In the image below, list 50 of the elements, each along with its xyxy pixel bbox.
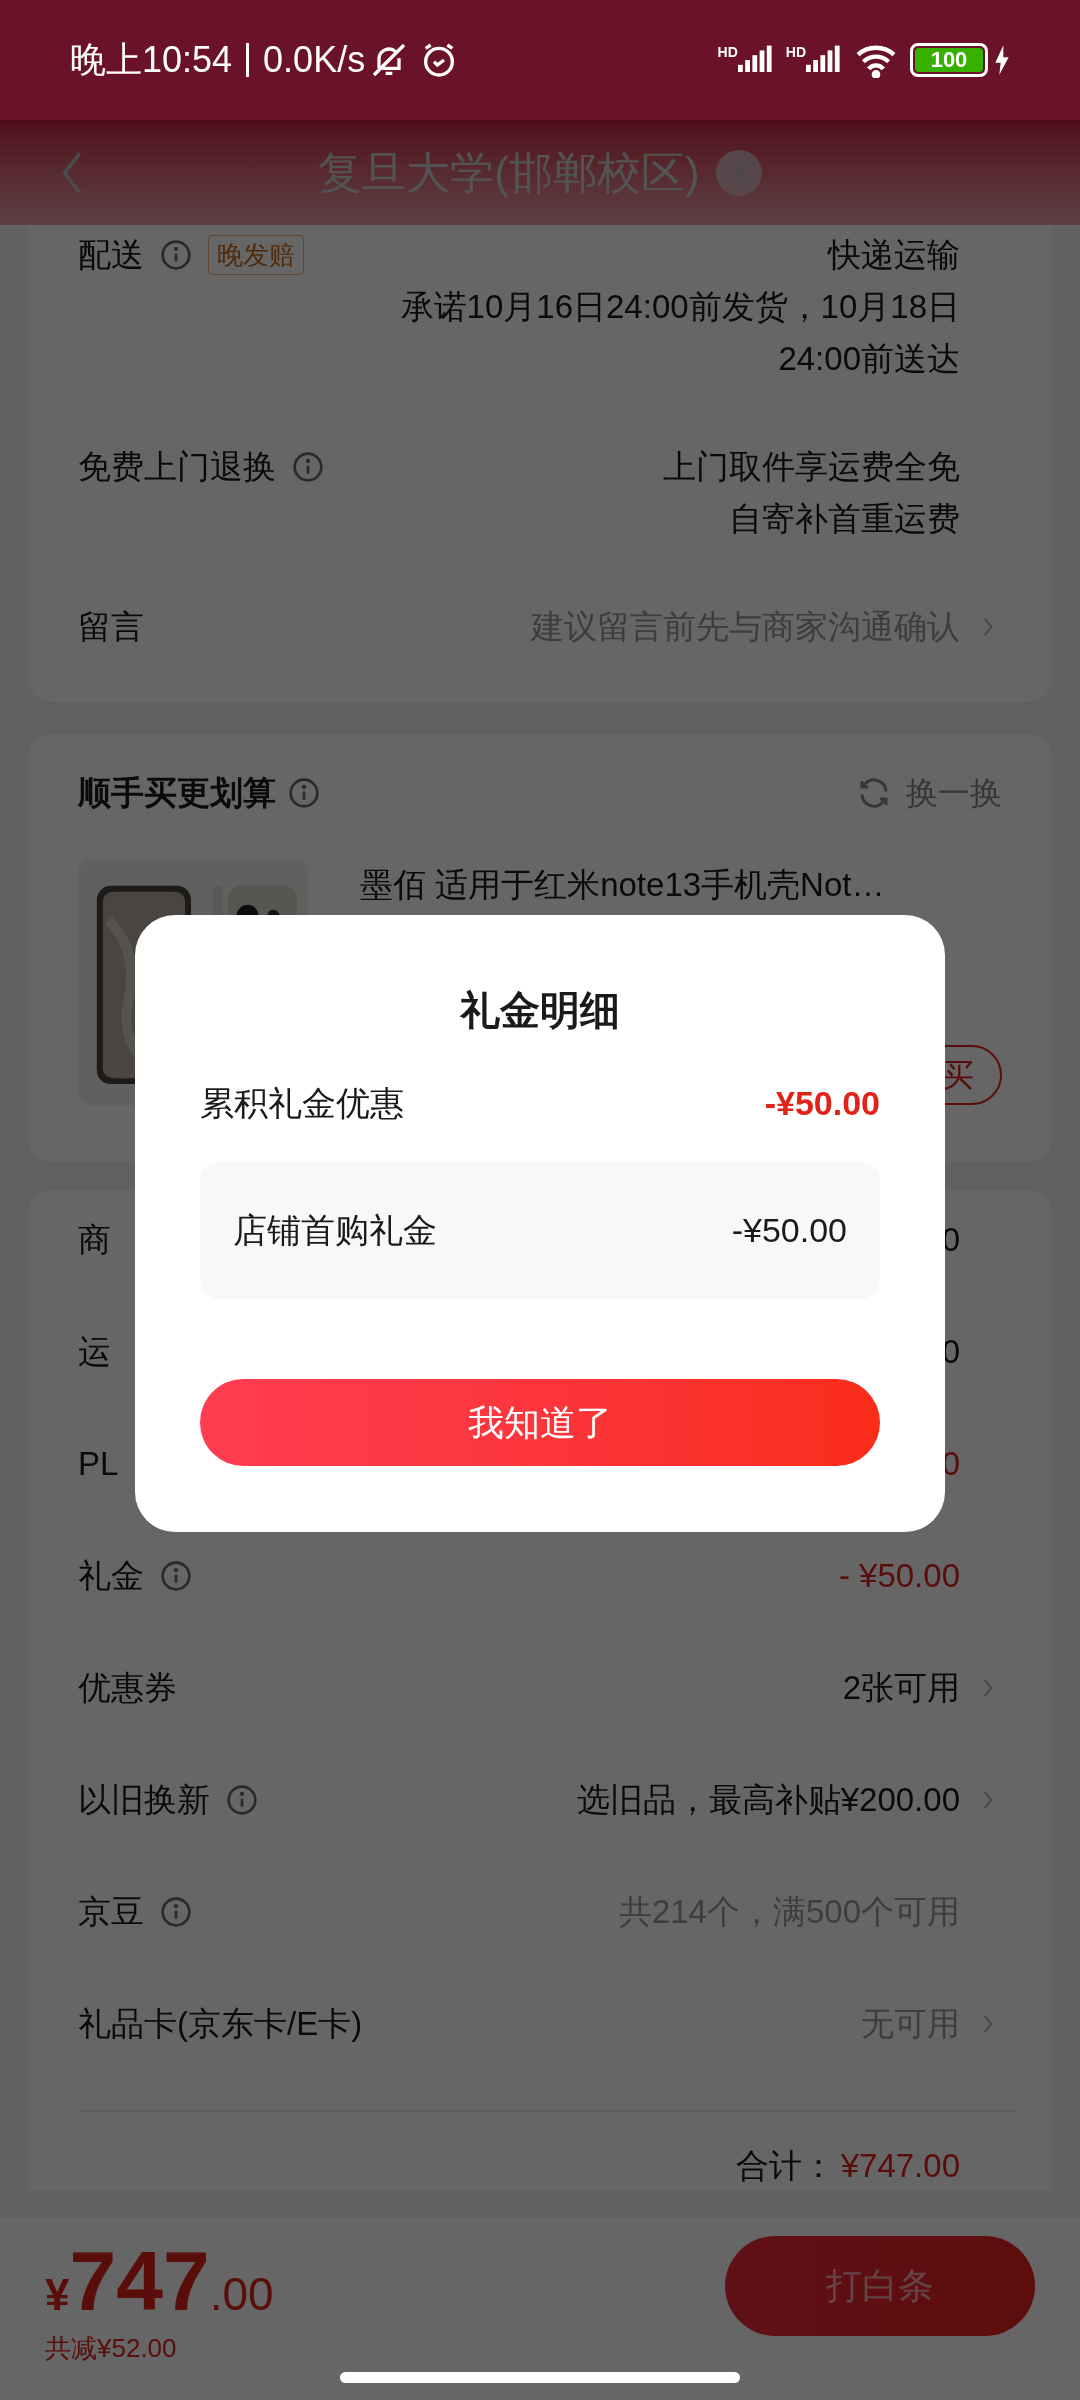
info-icon[interactable] bbox=[160, 1896, 192, 1928]
row-value: 自寄补首重运费 bbox=[729, 499, 960, 539]
info-icon[interactable] bbox=[226, 1784, 258, 1816]
row-value: 2张可用 bbox=[842, 1668, 960, 1708]
signal-icon bbox=[737, 45, 774, 75]
row-label: 礼金 bbox=[78, 1556, 144, 1596]
row-label: 免费上门退换 bbox=[78, 447, 276, 487]
network-label: HD bbox=[785, 45, 806, 59]
summary-amount: -¥50.00 bbox=[764, 1082, 880, 1124]
row-label: 留言 bbox=[78, 607, 144, 647]
row-label: 京豆 bbox=[78, 1892, 144, 1932]
row-label: 优惠券 bbox=[78, 1668, 177, 1708]
row-label: 礼品卡(京东卡/E卡) bbox=[78, 2004, 363, 2044]
row-value: - ¥50.00 bbox=[838, 1556, 960, 1596]
row-value: 上门取件享运费全免 bbox=[663, 447, 960, 487]
section-title: 顺手买更划算 bbox=[78, 773, 276, 813]
row-label: 运 bbox=[78, 1332, 111, 1372]
row-value: 承诺10月16日24:00前发货，10月18日 bbox=[400, 287, 960, 327]
late-ship-tag: 晚发赔 bbox=[208, 235, 304, 275]
summary-label: 累积礼金优惠 bbox=[200, 1082, 404, 1124]
network-speed: 0.0K/s bbox=[263, 38, 366, 82]
dialog-title: 礼金明细 bbox=[458, 987, 621, 1034]
row-value: 选旧品，最高补贴¥200.00 bbox=[576, 1780, 960, 1820]
product-title[interactable]: 墨佰 适用于红米note13手机壳Not… bbox=[360, 859, 1002, 909]
signal-icon bbox=[806, 45, 842, 75]
confirm-button[interactable]: 我知道了 bbox=[200, 1379, 880, 1466]
total-label: 合计： bbox=[735, 2146, 835, 2187]
status-time: 晚上10:54 bbox=[70, 38, 233, 82]
row-label: 商 bbox=[78, 1220, 111, 1260]
network-label: HD bbox=[717, 45, 738, 59]
battery-level: 100 bbox=[915, 48, 983, 72]
charging-icon bbox=[994, 44, 1010, 76]
row-label: PL bbox=[78, 1444, 119, 1484]
info-icon[interactable] bbox=[160, 1560, 192, 1592]
info-icon[interactable] bbox=[160, 239, 192, 271]
gift-item-label: 店铺首购礼金 bbox=[233, 1209, 437, 1251]
row-label: 配送 bbox=[78, 235, 144, 275]
info-icon[interactable] bbox=[288, 776, 320, 809]
location-icon[interactable] bbox=[715, 149, 762, 196]
info-icon[interactable] bbox=[292, 451, 324, 483]
currency-symbol: ¥ bbox=[45, 2270, 70, 2321]
gift-item-amount: -¥50.00 bbox=[731, 1209, 847, 1251]
row-value: 24:00前送达 bbox=[778, 339, 960, 379]
row-value: 快递运输 bbox=[828, 235, 960, 275]
total-amount: ¥747.00 bbox=[840, 2146, 960, 2187]
savings-text: 共减¥52.00 bbox=[45, 2332, 178, 2365]
home-indicator[interactable] bbox=[340, 2372, 740, 2383]
row-label: 以旧换新 bbox=[78, 1780, 210, 1820]
price-decimals: .00 bbox=[209, 2267, 274, 2322]
total-price: 747 bbox=[69, 2236, 210, 2326]
